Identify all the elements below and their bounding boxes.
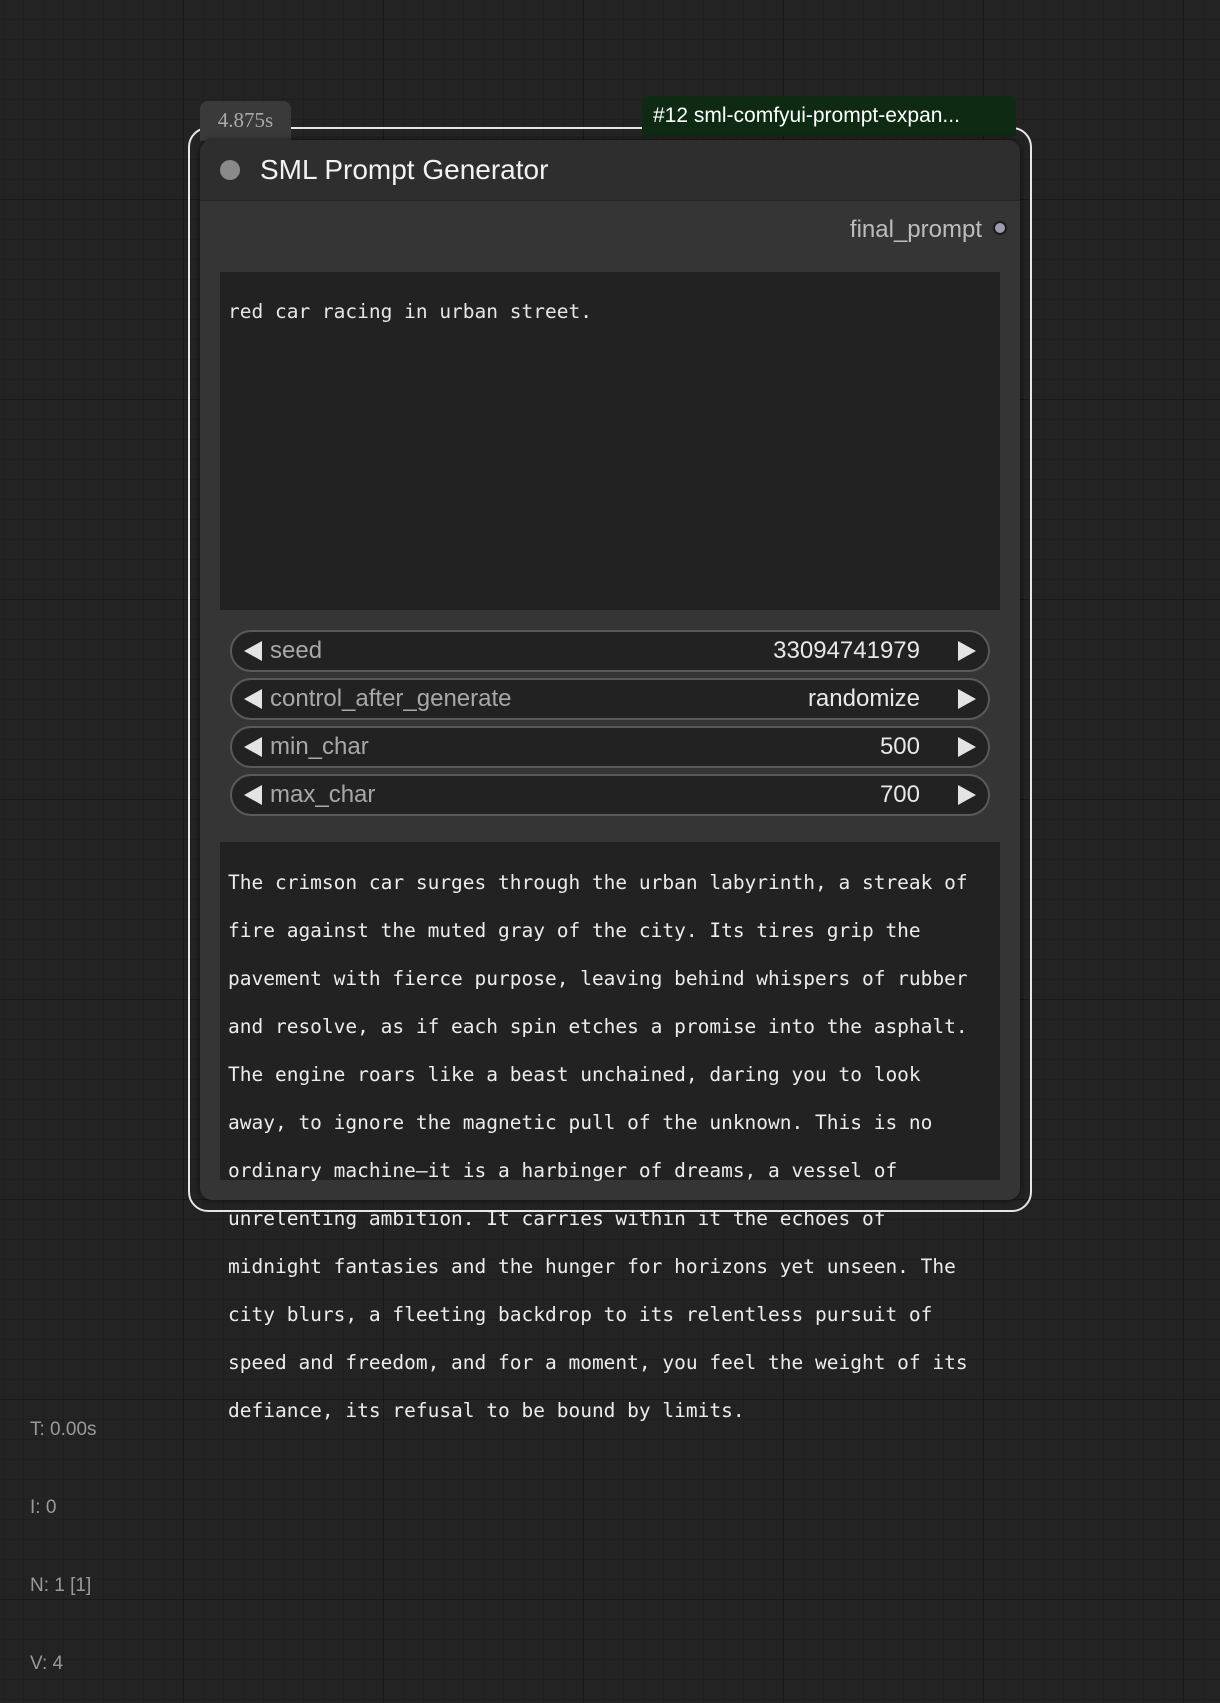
increment-arrow-icon[interactable] bbox=[958, 785, 976, 805]
max-char-label: max_char bbox=[270, 781, 376, 808]
control-after-generate-value: randomize bbox=[807, 685, 920, 712]
seed-label: seed bbox=[270, 637, 323, 664]
result-line: ordinary machine—it is a harbinger of dr… bbox=[228, 1159, 898, 1182]
seed-value: 33094741979 bbox=[773, 637, 920, 664]
control-after-generate-widget[interactable]: control_after_generate randomize bbox=[230, 678, 990, 720]
seed-widget[interactable]: seed 33094741979 bbox=[230, 630, 990, 672]
result-line: defiance, its refusal to be bound by lim… bbox=[228, 1399, 745, 1422]
next-option-arrow-icon[interactable] bbox=[958, 689, 976, 709]
stat-iterations: I: 0 bbox=[30, 1497, 57, 1518]
result-line: city blurs, a fleeting backdrop to its r… bbox=[228, 1303, 933, 1326]
result-line: The crimson car surges through the urban… bbox=[228, 871, 968, 894]
prompt-textarea[interactable]: red car racing in urban street. bbox=[220, 272, 1000, 610]
result-line: and resolve, as if each spin etches a pr… bbox=[228, 1015, 968, 1038]
min-char-widget[interactable]: min_char 500 bbox=[230, 726, 990, 768]
result-line: fire against the muted gray of the city.… bbox=[228, 919, 921, 942]
increment-arrow-icon[interactable] bbox=[958, 737, 976, 757]
canvas-stats: T: 0.00s I: 0 N: 1 [1] V: 4 bbox=[30, 1365, 97, 1703]
stat-visible: V: 4 bbox=[30, 1653, 64, 1674]
decrement-arrow-icon[interactable] bbox=[244, 737, 262, 757]
output-label-final-prompt: final_prompt bbox=[849, 216, 982, 243]
max-char-widget[interactable]: max_char 700 bbox=[230, 774, 990, 816]
result-line: midnight fantasies and the hunger for ho… bbox=[228, 1255, 956, 1278]
node-id-badge: #12 sml-comfyui-prompt-expan... bbox=[642, 96, 1016, 136]
execution-time-badge: 4.875s bbox=[200, 101, 291, 141]
result-line: The engine roars like a beast unchained,… bbox=[228, 1063, 921, 1086]
result-line: pavement with fierce purpose, leaving be… bbox=[228, 967, 968, 990]
decrement-arrow-icon[interactable] bbox=[244, 785, 262, 805]
stat-nodes: N: 1 [1] bbox=[30, 1575, 92, 1596]
min-char-value: 500 bbox=[879, 733, 920, 760]
result-line: away, to ignore the magnetic pull of the… bbox=[228, 1111, 933, 1134]
generated-prompt-text: The crimson car surges through the urban… bbox=[228, 859, 998, 1435]
node-title: SML Prompt Generator bbox=[260, 154, 549, 185]
increment-arrow-icon[interactable] bbox=[958, 641, 976, 661]
previous-option-arrow-icon[interactable] bbox=[244, 689, 262, 709]
result-line: speed and freedom, and for a moment, you… bbox=[228, 1351, 968, 1374]
result-line: unrelenting ambition. It carries within … bbox=[228, 1207, 886, 1230]
node-header[interactable]: SML Prompt Generator bbox=[200, 140, 1020, 201]
min-char-label: min_char bbox=[270, 733, 369, 760]
max-char-value: 700 bbox=[879, 781, 920, 808]
collapse-toggle-dot[interactable] bbox=[220, 160, 240, 180]
stat-time: T: 0.00s bbox=[30, 1419, 97, 1440]
control-after-generate-label: control_after_generate bbox=[270, 685, 512, 712]
output-slot-final-prompt[interactable] bbox=[993, 221, 1007, 235]
decrement-arrow-icon[interactable] bbox=[244, 641, 262, 661]
